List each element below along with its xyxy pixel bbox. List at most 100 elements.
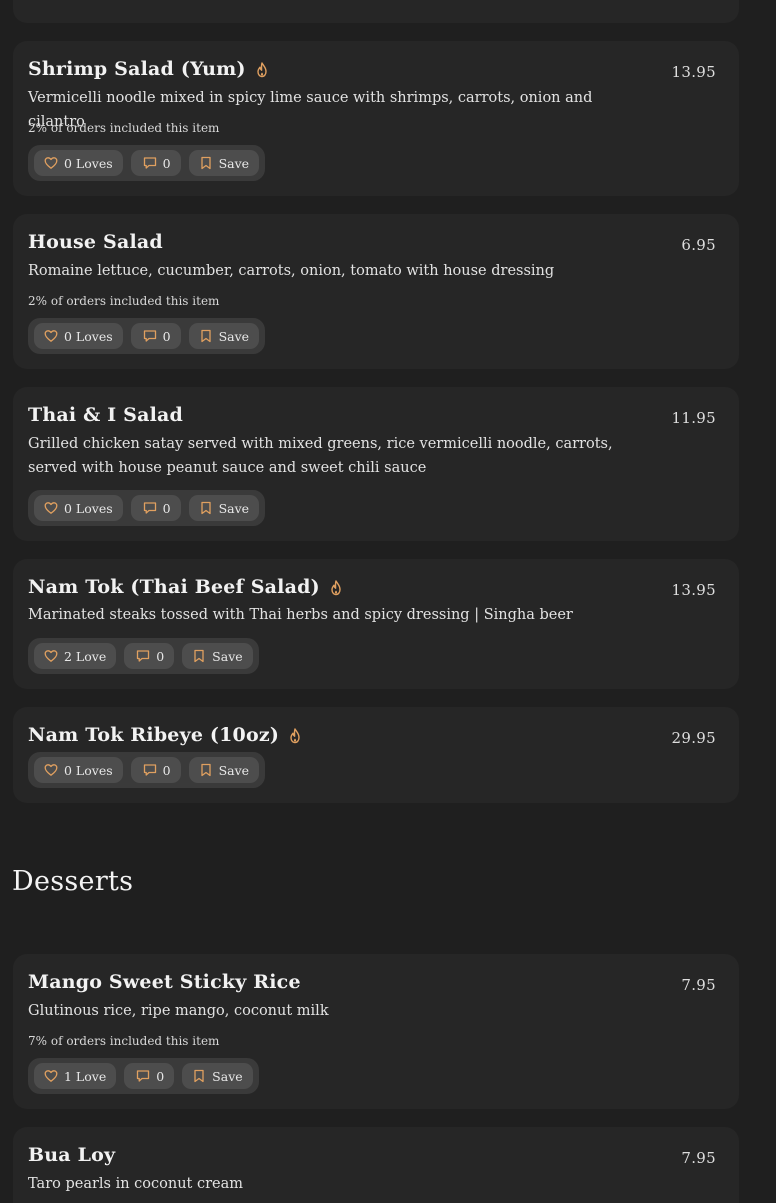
heart-icon — [44, 330, 58, 342]
save-label: Save — [218, 328, 250, 344]
comment-button[interactable]: 0 — [130, 150, 181, 176]
item-title: Shrimp Salad (Yum) — [28, 58, 246, 80]
item-title-row: Mango Sweet Sticky Rice — [28, 971, 301, 993]
menu-item-card[interactable]: Thai & I Salad 11.95 Grilled chicken sat… — [13, 387, 739, 541]
comment-button[interactable]: 0 — [130, 323, 181, 349]
menu-item-card[interactable]: Shrimp Salad (Yum) 13.95 Vermicelli nood… — [13, 41, 739, 196]
menu-item-card[interactable]: Bua Loy 7.95 Taro pearls in coconut crea… — [13, 1127, 739, 1203]
bookmark-icon — [200, 501, 211, 515]
love-button[interactable]: 0 Loves — [34, 150, 123, 176]
save-button[interactable]: Save — [188, 323, 260, 349]
item-title-row: House Salad — [28, 231, 163, 253]
item-order-stat: 2% of orders included this item — [28, 121, 220, 135]
love-count: 0 Loves — [64, 762, 113, 778]
item-title-row: Shrimp Salad (Yum) — [28, 58, 268, 80]
save-button[interactable]: Save — [188, 150, 260, 176]
love-button[interactable]: 0 Loves — [34, 495, 123, 521]
heart-icon — [44, 157, 58, 169]
spicy-flame-icon — [289, 727, 301, 744]
comment-icon — [143, 764, 156, 776]
menu-item-card-partial — [13, 0, 739, 23]
heart-icon — [44, 1070, 58, 1082]
save-label: Save — [212, 648, 243, 664]
save-button[interactable]: Save — [188, 495, 260, 521]
save-label: Save — [218, 762, 250, 778]
item-actions: 0 Loves 0 Save — [28, 490, 266, 526]
love-button[interactable]: 2 Love — [34, 643, 117, 669]
item-title-row: Nam Tok (Thai Beef Salad) — [28, 576, 342, 598]
item-title: House Salad — [28, 231, 163, 253]
item-title: Nam Tok (Thai Beef Salad) — [28, 576, 320, 598]
save-label: Save — [218, 500, 250, 516]
comment-icon — [137, 1070, 150, 1082]
spicy-flame-icon — [330, 579, 342, 596]
bookmark-icon — [194, 649, 204, 663]
item-price: 11.95 — [671, 409, 716, 427]
bookmark-icon — [200, 763, 211, 777]
comment-icon — [143, 502, 156, 514]
save-label: Save — [218, 155, 250, 171]
menu-item-card[interactable]: Nam Tok Ribeye (10oz) 29.95 0 Loves 0 Sa… — [13, 707, 739, 803]
love-count: 0 Loves — [64, 328, 113, 344]
item-description: Romaine lettuce, cucumber, carrots, onio… — [28, 263, 555, 279]
item-price: 7.95 — [681, 976, 716, 994]
comment-button[interactable]: 0 — [130, 757, 181, 783]
item-actions: 0 Loves 0 Save — [28, 145, 266, 181]
heart-icon — [44, 650, 58, 662]
love-count: 1 Love — [64, 1068, 107, 1084]
item-actions: 0 Loves 0 Save — [28, 318, 266, 354]
comment-icon — [143, 330, 156, 342]
item-title-row: Thai & I Salad — [28, 404, 183, 426]
item-actions: 2 Love 0 Save — [28, 638, 259, 674]
comment-count: 0 — [162, 328, 171, 344]
menu-item-card[interactable]: Mango Sweet Sticky Rice 7.95 Glutinous r… — [13, 954, 739, 1109]
comment-count: 0 — [162, 762, 171, 778]
item-title: Thai & I Salad — [28, 404, 184, 426]
item-title-row: Bua Loy — [28, 1144, 115, 1166]
love-count: 0 Loves — [64, 500, 113, 516]
item-title: Nam Tok Ribeye (10oz) — [28, 724, 280, 746]
love-count: 2 Love — [64, 648, 107, 664]
item-title-row: Nam Tok Ribeye (10oz) — [28, 724, 301, 746]
comment-button[interactable]: 0 — [124, 1063, 175, 1089]
section-title-desserts: Desserts — [12, 866, 134, 897]
comment-button[interactable]: 0 — [124, 643, 175, 669]
item-order-stat: 2% of orders included this item — [28, 294, 220, 308]
item-price: 7.95 — [681, 1149, 716, 1167]
love-count: 0 Loves — [64, 155, 113, 171]
bookmark-icon — [200, 156, 211, 170]
comment-button[interactable]: 0 — [130, 495, 181, 521]
love-button[interactable]: 0 Loves — [34, 323, 123, 349]
bookmark-icon — [200, 329, 211, 343]
item-actions: 0 Loves 0 Save — [28, 752, 266, 788]
item-title: Mango Sweet Sticky Rice — [28, 971, 301, 993]
save-button[interactable]: Save — [188, 757, 260, 783]
spicy-flame-icon — [256, 61, 268, 78]
bookmark-icon — [194, 1069, 204, 1083]
item-actions: 1 Love 0 Save — [28, 1058, 259, 1094]
menu-item-card[interactable]: House Salad 6.95 Romaine lettuce, cucumb… — [13, 214, 739, 369]
heart-icon — [44, 764, 58, 776]
comment-count: 0 — [156, 648, 165, 664]
item-title: Bua Loy — [28, 1144, 116, 1166]
save-button[interactable]: Save — [182, 643, 253, 669]
menu-item-card[interactable]: Nam Tok (Thai Beef Salad) 13.95 Marinate… — [13, 559, 739, 689]
save-button[interactable]: Save — [182, 1063, 253, 1089]
item-price: 13.95 — [671, 63, 716, 81]
save-label: Save — [212, 1068, 243, 1084]
item-order-stat: 7% of orders included this item — [28, 1034, 220, 1048]
item-price: 13.95 — [671, 581, 716, 599]
heart-icon — [44, 502, 58, 514]
item-price: 29.95 — [671, 729, 716, 747]
love-button[interactable]: 1 Love — [34, 1063, 117, 1089]
item-price: 6.95 — [681, 236, 716, 254]
item-description: Grilled chicken satay served with mixed … — [28, 436, 613, 476]
comment-count: 0 — [156, 1068, 165, 1084]
love-button[interactable]: 0 Loves — [34, 757, 123, 783]
comment-icon — [137, 650, 150, 662]
item-description: Taro pearls in coconut cream — [28, 1176, 244, 1192]
comment-count: 0 — [162, 500, 171, 516]
comment-icon — [143, 157, 156, 169]
item-description: Marinated steaks tossed with Thai herbs … — [28, 607, 573, 623]
comment-count: 0 — [162, 155, 171, 171]
